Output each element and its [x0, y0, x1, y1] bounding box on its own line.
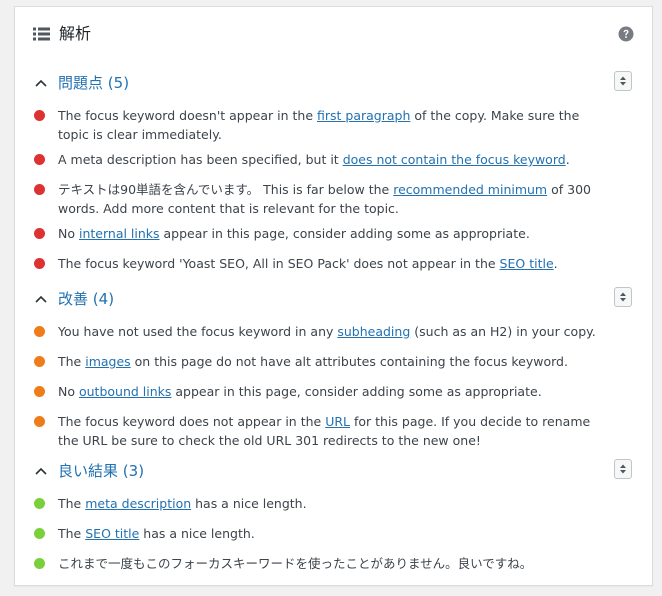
item-link[interactable]: does not contain the focus keyword: [343, 152, 566, 167]
reorder-stepper[interactable]: [614, 287, 632, 307]
problem-bullet: [34, 184, 45, 195]
panel-title: 解析: [59, 24, 92, 43]
item-link[interactable]: SEO title: [85, 526, 139, 541]
good-bullet: [34, 558, 45, 569]
improvement-bullet: [34, 326, 45, 337]
item-text: The focus keyword 'Yoast SEO, All in SEO…: [58, 256, 558, 271]
section-title[interactable]: 問題点 (5): [58, 72, 129, 94]
item-link[interactable]: URL: [325, 414, 350, 429]
item-link[interactable]: recommended minimum: [393, 182, 547, 197]
help-icon[interactable]: [618, 26, 634, 42]
item-text: テキストは90単語を含んでいます。 This is far below the …: [58, 182, 591, 216]
section-good-results: 良い結果 (3) The meta description has a nice…: [15, 459, 652, 571]
problem-bullet: [34, 154, 45, 165]
improvement-bullet: [34, 356, 45, 367]
item-link[interactable]: internal links: [79, 226, 160, 241]
problem-bullet: [34, 258, 45, 269]
good-bullet: [34, 528, 45, 539]
item-text: The focus keyword does not appear in the…: [58, 414, 591, 448]
item-link[interactable]: SEO title: [500, 256, 554, 271]
item-link[interactable]: subheading: [337, 324, 410, 339]
panel-header: 解析: [15, 7, 652, 63]
item-link[interactable]: images: [85, 354, 130, 369]
item-text: The focus keyword doesn't appear in the …: [58, 108, 580, 142]
section-problems: 問題点 (5) The focus keyword doesn't appear…: [15, 71, 652, 271]
list-icon: [33, 27, 50, 41]
seo-analysis-panel: 解析 問題点 (5) The focus keyword doesn't app…: [14, 6, 653, 586]
chevron-up-icon[interactable]: [35, 295, 47, 303]
good-bullet: [34, 498, 45, 509]
problem-bullet: [34, 110, 45, 121]
item-text: A meta description has been specified, b…: [58, 152, 570, 167]
item-text: The images on this page do not have alt …: [58, 354, 568, 369]
chevron-up-icon[interactable]: [35, 79, 47, 87]
problem-bullet: [34, 228, 45, 239]
section-title[interactable]: 改善 (4): [58, 288, 114, 310]
section-header: 良い結果 (3): [15, 459, 652, 485]
section-improvements: 改善 (4) You have not used the focus keywo…: [15, 287, 652, 448]
item-text: The meta description has a nice length.: [58, 496, 307, 511]
item-link[interactable]: meta description: [85, 496, 191, 511]
item-link[interactable]: outbound links: [79, 384, 171, 399]
reorder-stepper[interactable]: [614, 459, 632, 479]
chevron-up-icon[interactable]: [35, 467, 47, 475]
item-text: No outbound links appear in this page, c…: [58, 384, 542, 399]
item-text: You have not used the focus keyword in a…: [58, 324, 596, 339]
improvement-bullet: [34, 386, 45, 397]
item-text: No internal links appear in this page, c…: [58, 226, 530, 241]
item-text: これまで一度もこのフォーカスキーワードを使ったことがありません。良いですね。: [58, 556, 533, 571]
improvement-bullet: [34, 416, 45, 427]
reorder-stepper[interactable]: [614, 71, 632, 91]
item-link[interactable]: first paragraph: [317, 108, 410, 123]
section-header: 改善 (4): [15, 287, 652, 313]
section-title[interactable]: 良い結果 (3): [58, 460, 144, 482]
section-header: 問題点 (5): [15, 71, 652, 97]
item-text: The SEO title has a nice length.: [58, 526, 255, 541]
